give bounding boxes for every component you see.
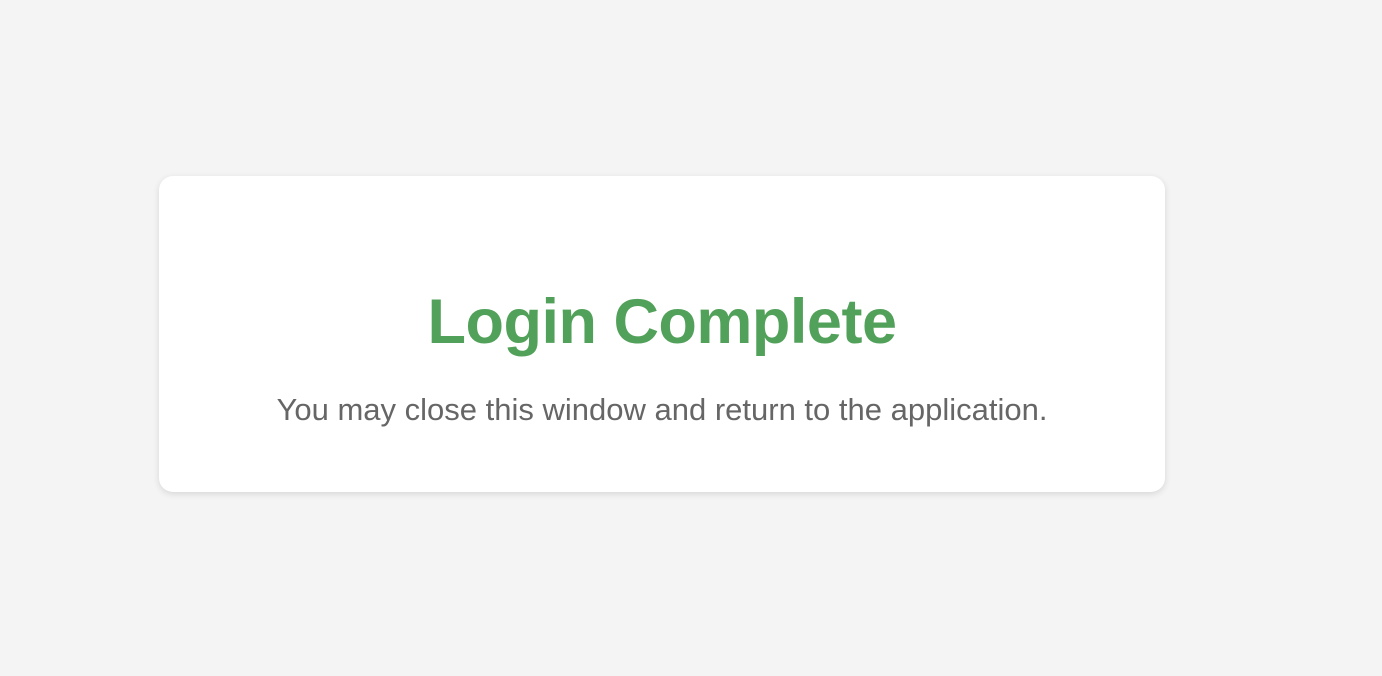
status-card: Login Complete You may close this window… (159, 176, 1165, 492)
page-title: Login Complete (427, 287, 897, 357)
login-complete-page: Login Complete You may close this window… (0, 0, 1382, 676)
status-message: You may close this window and return to … (276, 392, 1048, 427)
